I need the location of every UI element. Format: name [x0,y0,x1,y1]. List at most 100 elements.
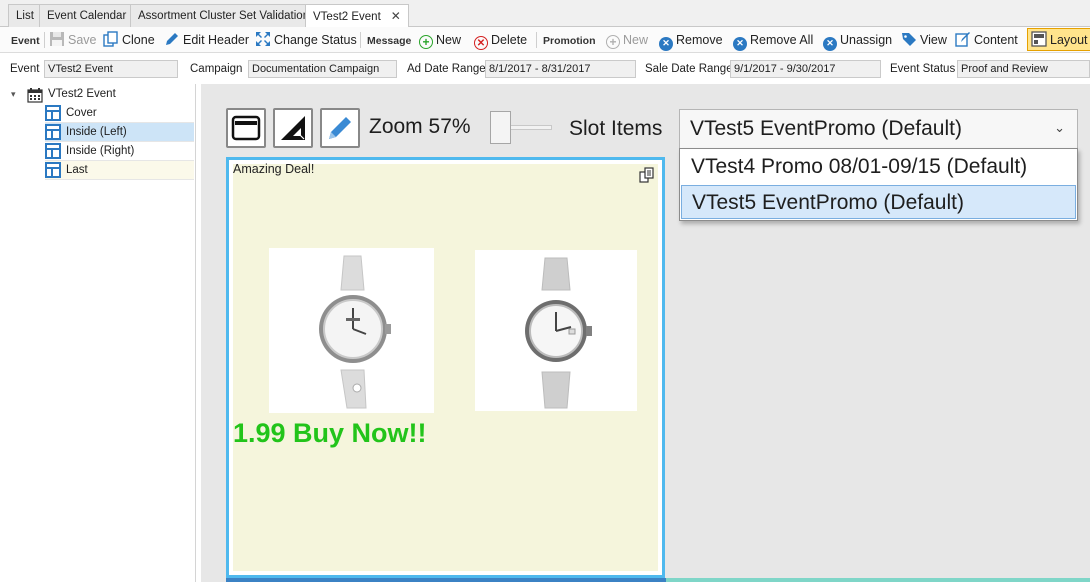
delete-circle-icon: ✕ [474,36,488,50]
tab-assortment-cluster[interactable]: Assortment Cluster Set Validation [130,4,318,27]
remove-button[interactable]: ✕ Remove [659,30,723,51]
tree-root-event[interactable]: VTest2 Event [48,85,116,104]
edit-header-label: Edit Header [183,33,250,47]
remove-circle-icon: ✕ [659,37,673,51]
remove-all-icon: ✕ [733,37,747,51]
watch-image-2[interactable] [475,250,637,411]
event-section-label: Event [11,35,40,47]
add-circle-icon: + [419,35,433,49]
calendar-icon [27,88,43,103]
collapse-chevron-icon[interactable]: ▾ [11,89,16,100]
tree-item-cover[interactable]: Cover [45,104,194,123]
page-layout-icon [45,143,61,159]
layout-icon [1031,31,1047,47]
tree-item-label: Last [66,164,88,176]
campaign-label: Campaign [190,63,243,75]
page-indicator-bar [666,578,1090,582]
page-indicator-bar [226,578,666,582]
unassign-label: Unassign [840,33,893,47]
deal-heading: Amazing Deal! [233,162,315,176]
edit-tool-button[interactable] [320,108,360,148]
slot-item-option-selected[interactable]: VTest5 EventPromo (Default) [681,185,1076,219]
clone-icon [103,31,118,47]
tab-event-calendar[interactable]: Event Calendar [39,4,135,27]
new-promotion-button[interactable]: + New [606,30,648,50]
ribbon-toolbar: Event Save Clone Edit Header Change Stat… [0,27,1090,53]
pencil-icon [166,33,178,45]
new-message-label: New [436,33,462,47]
message-section-label: Message [367,35,412,47]
tree-item-label: Inside (Right) [66,145,135,157]
layout-label: Layout [1050,33,1088,47]
expand-arrows-icon [256,32,270,46]
tree-item-last[interactable]: Last [45,161,194,180]
new-message-button[interactable]: + New [419,30,461,50]
campaign-field[interactable]: Documentation Campaign [248,60,397,78]
layout-button[interactable]: Layout [1027,28,1090,51]
ruler-tool-button[interactable] [273,108,313,148]
watch-image-1[interactable] [269,248,434,413]
delete-label: Delete [491,33,528,47]
edit-header-button[interactable]: Edit Header [164,30,249,50]
view-button[interactable]: View [901,30,947,50]
tab-label: Event Calendar [47,10,127,22]
content-label: Content [974,33,1018,47]
promo-slot[interactable]: Amazing Deal! 1.99 Buy Now!! [233,162,658,571]
layout-button-inner: Layout [1031,30,1088,50]
slider-thumb[interactable] [490,111,511,144]
frame-icon [231,115,261,141]
sale-date-range-label: Sale Date Range [645,63,733,75]
clone-button[interactable]: Clone [103,30,155,50]
unassign-button[interactable]: ✕ Unassign [823,30,893,51]
slot-items-select[interactable]: VTest5 EventPromo (Default) ⌄ [679,109,1078,149]
tab-list[interactable]: List [8,4,42,27]
new-promotion-label: New [623,33,649,47]
page-layout-icon [45,105,61,121]
promotion-section-label: Promotion [543,35,596,47]
content-button[interactable]: Content [955,30,1018,50]
frame-tool-button[interactable] [226,108,266,148]
clone-label: Clone [122,33,155,47]
toolbar-separator [44,32,45,48]
event-header-fields: Event VTest2 Event Campaign Documentatio… [0,54,1090,84]
pencil-icon [329,117,351,139]
event-status-field[interactable]: Proof and Review [957,60,1090,78]
zoom-slider[interactable] [490,111,552,145]
page-preview[interactable]: Amazing Deal! 1.99 Buy Now!! [226,157,665,578]
tree-item-label: Cover [66,107,97,119]
slot-items-value: VTest5 EventPromo (Default) [690,117,962,140]
change-status-button[interactable]: Change Status [255,30,357,50]
price-callout: 1.99 Buy Now!! [233,418,427,448]
document-tabs: List Event Calendar Assortment Cluster S… [0,0,1090,28]
copy-icon[interactable] [639,167,655,183]
tree-item-inside-left[interactable]: Inside (Left) [45,123,194,142]
delete-message-button[interactable]: ✕ Delete [474,30,527,50]
slot-items-label: Slot Items [569,117,663,140]
event-label: Event [10,63,40,75]
event-status-label: Event Status [890,63,956,75]
ad-date-range-field[interactable]: 8/1/2017 - 8/31/2017 [485,60,636,78]
page-layout-icon [45,162,61,178]
tree-item-inside-right[interactable]: Inside (Right) [45,142,194,161]
zoom-label: Zoom 57% [369,115,471,138]
remove-all-button[interactable]: ✕ Remove All [733,30,814,51]
watch-photo-icon [525,257,592,409]
save-button[interactable]: Save [49,30,97,50]
page-tree: ▾ VTest2 Event Cover Inside (Left) Insid… [4,84,196,582]
slot-items-dropdown: VTest4 Promo 08/01-09/15 (Default) VTest… [679,148,1078,221]
remove-all-label: Remove All [750,33,814,47]
tab-label: List [16,10,34,22]
slot-item-option[interactable]: VTest4 Promo 08/01-09/15 (Default) [681,150,1076,184]
view-label: View [920,33,947,47]
tab-label: VTest2 Event [313,11,381,23]
watch-photo-icon [319,255,391,409]
sale-date-range-field[interactable]: 9/1/2017 - 9/30/2017 [730,60,881,78]
change-status-label: Change Status [274,33,357,47]
event-field[interactable]: VTest2 Event [44,60,178,78]
remove-label: Remove [676,33,723,47]
toolbar-separator [360,32,361,48]
tab-vtest2-event[interactable]: VTest2 Event ✕ [305,4,409,28]
close-tab-icon[interactable]: ✕ [391,9,401,23]
save-icon [50,32,64,46]
tag-icon [902,33,916,46]
